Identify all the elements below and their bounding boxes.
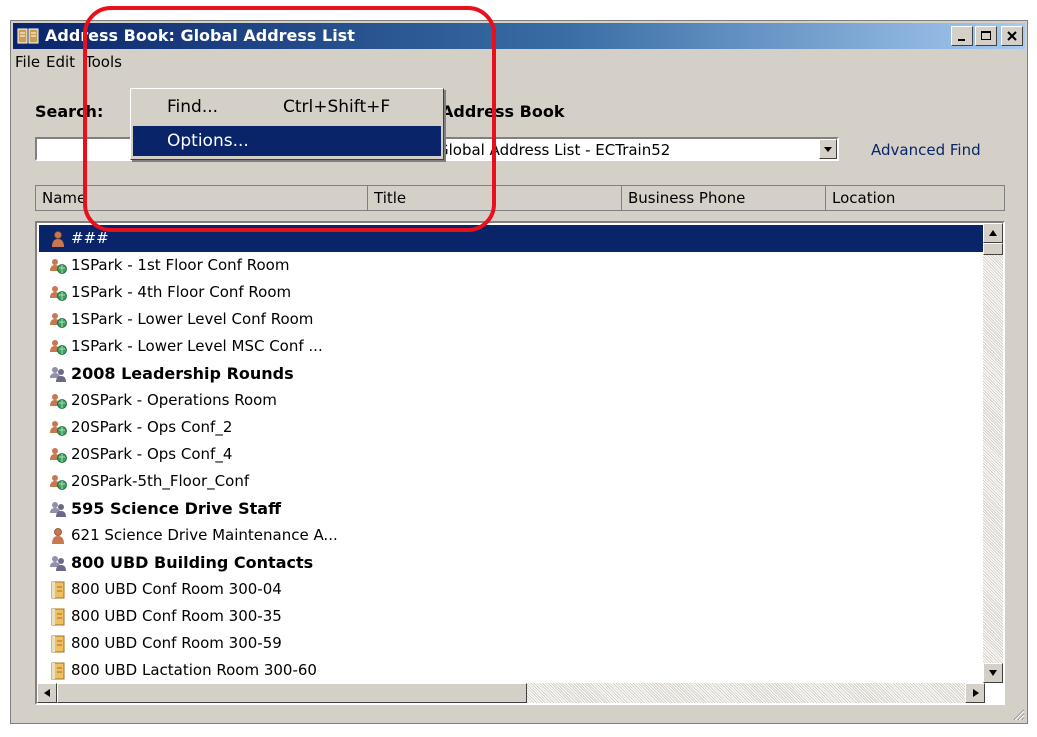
column-header-title[interactable]: Title [368,186,622,210]
search-label: Search: [35,102,104,121]
list-item-name: 2008 Leadership Rounds [71,364,294,383]
list-item-name: 621 Science Drive Maintenance A... [71,526,338,544]
room-icon [50,475,67,490]
list-item[interactable]: 800 UBD Building Contacts [39,549,987,576]
contact-card-icon [51,581,65,599]
menu-item-find[interactable]: Find... Ctrl+Shift+F [133,92,441,122]
list-item[interactable]: 20SPark - Ops Conf_2 [39,414,987,441]
arrow-left-icon [44,689,50,697]
list-item-name: 1SPark - 1st Floor Conf Room [71,256,290,274]
list-item[interactable]: 621 Science Drive Maintenance A... [39,522,987,549]
list-item-name: 800 UBD Conf Room 300-04 [71,580,282,598]
search-input[interactable] [35,137,133,161]
title-bar[interactable]: Address Book: Global Address List [13,23,1025,49]
menu-edit[interactable]: Edit [46,53,75,71]
room-icon [50,286,67,301]
address-book-dropdown[interactable]: Global Address List - ECTrain52 [429,137,839,161]
group-icon [50,367,66,382]
list-item[interactable]: 800 UBD Lactation Room 300-60 [39,657,987,684]
scroll-right-button[interactable] [965,683,985,703]
list-item[interactable]: 1SPark - Lower Level Conf Room [39,306,987,333]
column-header-name[interactable]: Name [36,186,368,210]
scroll-down-button[interactable] [983,663,1003,683]
list-item[interactable]: 1SPark - 4th Floor Conf Room [39,279,987,306]
horizontal-scrollbar[interactable] [37,683,985,703]
address-list[interactable]: ### 1SPark - 1st Floor Conf Room 1SPark - … [35,221,1005,705]
arrow-up-icon [989,230,997,236]
menu-item-find-shortcut: Ctrl+Shift+F [283,97,391,117]
chevron-down-icon [824,147,832,152]
contact-card-icon [51,635,65,653]
horizontal-scroll-thumb[interactable] [57,683,527,703]
list-item-name: 20SPark - Ops Conf_2 [71,418,233,436]
menu-item-options[interactable]: Options... [133,126,441,156]
user-icon [52,231,64,247]
list-item[interactable]: 1SPark - Lower Level MSC Conf ... [39,333,987,360]
list-item[interactable]: 1SPark - 1st Floor Conf Room [39,252,987,279]
minimize-icon [958,39,965,41]
list-item-name: 20SPark - Ops Conf_4 [71,445,233,463]
maximize-icon [981,31,991,40]
list-item-name: 1SPark - Lower Level MSC Conf ... [71,337,323,355]
menu-tools[interactable]: Tools [85,53,122,71]
scroll-left-button[interactable] [37,683,57,703]
list-item[interactable]: 2008 Leadership Rounds [39,360,987,387]
vertical-scroll-thumb[interactable] [983,243,1003,255]
close-icon [1007,31,1017,41]
room-icon [50,448,67,463]
tools-menu-dropdown: Find... Ctrl+Shift+F Options... [130,88,444,160]
menu-file[interactable]: File [15,53,40,71]
list-item[interactable]: 800 UBD Conf Room 300-59 [39,630,987,657]
contact-card-icon [51,608,65,626]
room-icon [50,394,67,409]
column-header-location[interactable]: Location [826,186,1004,210]
list-item-name: 800 UBD Building Contacts [71,553,314,572]
room-icon [50,313,67,328]
list-item-name: 595 Science Drive Staff [71,499,282,518]
address-book-selected: Global Address List - ECTrain52 [437,141,671,159]
list-item[interactable]: 800 UBD Conf Room 300-04 [39,576,987,603]
advanced-find-link[interactable]: Advanced Find [871,141,981,159]
list-item-name: 1SPark - Lower Level Conf Room [71,310,314,328]
arrow-right-icon [973,689,979,697]
scroll-up-button[interactable] [983,223,1003,243]
list-item[interactable]: ### [39,225,987,252]
address-book-icon [17,28,39,44]
room-icon [50,421,67,436]
list-item-name: ### [71,229,109,247]
list-item-name: 800 UBD Conf Room 300-35 [71,607,282,625]
list-item[interactable]: 800 UBD Conf Room 300-35 [39,603,987,630]
vertical-scrollbar[interactable] [983,223,1003,683]
list-item-name: 20SPark - Operations Room [71,391,277,409]
minimize-button[interactable] [951,26,973,46]
maximize-button[interactable] [975,26,997,46]
dropdown-button[interactable] [819,139,837,159]
list-item-name: 20SPark-5th_Floor_Conf [71,472,250,490]
list-item[interactable]: 20SPark-5th_Floor_Conf [39,468,987,495]
user-icon [52,528,64,544]
list-item[interactable]: 20SPark - Ops Conf_4 [39,441,987,468]
column-header-business-phone[interactable]: Business Phone [622,186,826,210]
column-header-row: Name Title Business Phone Location [35,185,1005,211]
group-icon [50,502,66,517]
list-item-name: 800 UBD Conf Room 300-59 [71,634,282,652]
contact-card-icon [51,662,65,680]
list-item-name: 1SPark - 4th Floor Conf Room [71,283,292,301]
room-icon [50,340,67,355]
list-item[interactable]: 595 Science Drive Staff [39,495,987,522]
address-book-label: Address Book [441,102,565,121]
menu-item-find-label: Find... [167,97,219,117]
group-icon [50,556,66,571]
menu-item-options-label: Options... [167,131,249,151]
list-item[interactable]: 20SPark - Operations Room [39,387,987,414]
close-button[interactable] [1001,26,1023,46]
resize-grip-icon[interactable] [1011,707,1025,721]
list-item-name: 800 UBD Lactation Room 300-60 [71,661,317,679]
room-icon [50,259,67,274]
arrow-down-icon [989,670,997,676]
window-title: Address Book: Global Address List [45,26,355,45]
